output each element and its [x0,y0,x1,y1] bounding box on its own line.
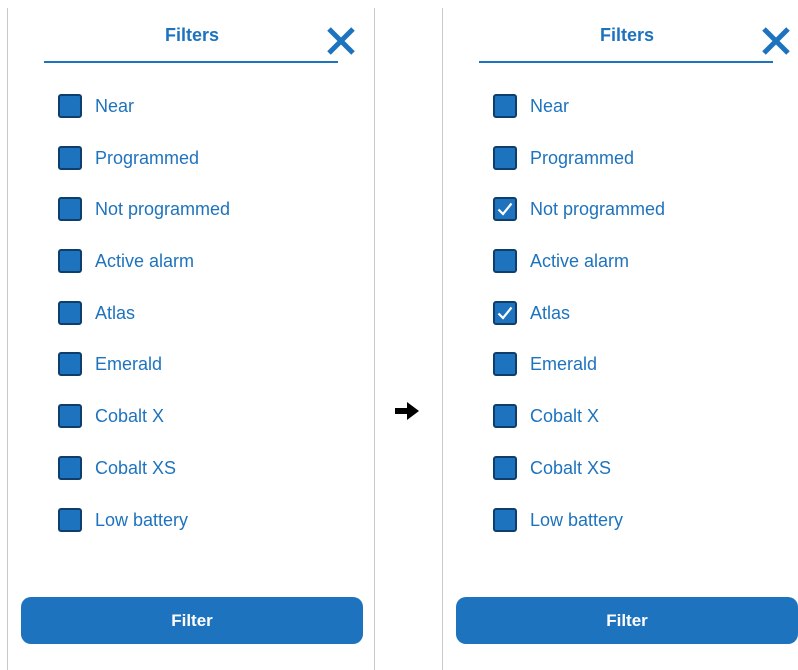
filter-option-label: Programmed [530,147,635,168]
filters-panel-before: Filters Near Programmed Not programmed A… [7,8,375,670]
filter-option-label: Cobalt XS [95,457,177,478]
close-icon[interactable] [759,24,793,58]
filter-option-label: Atlas [95,302,136,323]
filter-option-label: Near [530,96,570,116]
title-divider [479,61,773,63]
panel-title: Filters [599,25,655,45]
title-divider [44,61,338,63]
filter-option-emerald[interactable]: Emerald [493,352,665,404]
checkbox[interactable] [493,197,517,222]
filter-option-label: Emerald [95,354,163,375]
close-icon[interactable] [324,24,358,58]
checkbox[interactable] [493,145,517,170]
panel-title: Filters [164,25,220,45]
checkmark-icon [497,306,513,320]
checkbox[interactable] [58,507,82,532]
filter-option-label: Atlas [530,302,571,323]
filter-option-near[interactable]: Near [58,94,230,146]
arrow-right-icon [395,402,419,420]
filter-option-cobalt-xs[interactable]: Cobalt XS [493,455,665,508]
checkbox[interactable] [58,455,82,480]
filter-option-emerald[interactable]: Emerald [58,352,230,404]
filter-button[interactable]: Filter [456,597,798,644]
checkbox[interactable] [58,300,82,325]
checkbox[interactable] [493,455,517,480]
filter-option-cobalt-xs[interactable]: Cobalt XS [58,455,230,508]
filter-button[interactable]: Filter [21,597,363,644]
filter-option-label: Not programmed [95,199,231,220]
filter-option-programmed[interactable]: Programmed [58,145,230,198]
checkbox[interactable] [58,94,82,118]
checkbox[interactable] [493,352,517,377]
filter-option-low-battery[interactable]: Low battery [58,507,230,560]
filter-option-label: Low battery [95,509,189,530]
filter-option-label: Cobalt XS [530,457,612,478]
filter-option-active-alarm[interactable]: Active alarm [493,249,665,301]
filter-option-low-battery[interactable]: Low battery [493,507,665,560]
checkmark-icon [497,203,513,217]
checkbox[interactable] [493,94,517,118]
filter-option-near[interactable]: Near [493,94,665,146]
filter-option-label: Programmed [95,147,200,168]
filter-options-list: Near Programmed Not programmed Active al… [58,94,230,559]
filter-option-label: Emerald [530,354,598,375]
checkbox[interactable] [58,197,82,222]
checkbox[interactable] [58,352,82,377]
filter-option-not-programmed[interactable]: Not programmed [58,197,230,249]
checkbox[interactable] [493,249,517,274]
filter-option-atlas[interactable]: Atlas [493,300,665,353]
checkbox[interactable] [493,507,517,532]
filter-option-atlas[interactable]: Atlas [58,300,230,353]
filter-option-label: Not programmed [530,199,666,220]
filter-option-cobalt-x[interactable]: Cobalt X [58,404,230,456]
filter-option-not-programmed[interactable]: Not programmed [493,197,665,249]
filter-option-label: Cobalt X [95,406,165,427]
checkbox[interactable] [58,404,82,429]
filter-option-active-alarm[interactable]: Active alarm [58,249,230,301]
checkbox[interactable] [58,249,82,274]
filter-option-programmed[interactable]: Programmed [493,145,665,198]
checkbox[interactable] [493,300,517,325]
filter-options-list: Near Programmed Not programmed Active al… [493,94,665,559]
filter-option-label: Near [95,96,135,116]
checkbox[interactable] [58,145,82,170]
filter-option-label: Cobalt X [530,406,600,427]
filters-panel-after: Filters Near Programmed Not programmed A… [442,8,798,670]
checkbox[interactable] [493,404,517,429]
filter-option-label: Low battery [530,509,624,530]
filter-option-label: Active alarm [95,251,195,272]
filter-option-label: Active alarm [530,251,630,272]
filter-option-cobalt-x[interactable]: Cobalt X [493,404,665,456]
